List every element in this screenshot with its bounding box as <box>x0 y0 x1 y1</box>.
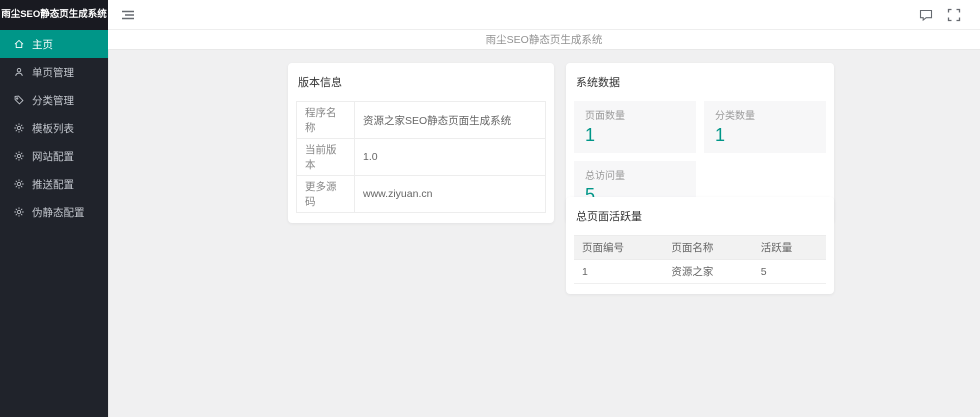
page-activity-card: 总页面活跃量 页面编号页面名称活跃量 1资源之家5 <box>566 197 834 294</box>
topbar-actions <box>918 7 962 23</box>
version-row: 当前版本1.0 <box>297 139 546 176</box>
version-row: 更多源码www.ziyuan.cn <box>297 176 546 213</box>
stat-value: 1 <box>715 125 815 146</box>
sidebar-item-label: 主页 <box>32 37 53 52</box>
tab-bar: 雨尘SEO静态页生成系统 <box>108 30 980 50</box>
sidebar: 雨尘SEO静态页生成系统 主页 单页管理 分类管理 模板列表 网站配置 推送配置… <box>0 0 108 417</box>
user-icon <box>13 66 25 78</box>
sidebar-item-label: 伪静态配置 <box>32 205 85 220</box>
tag-icon <box>13 94 25 106</box>
version-row: 程序名称资源之家SEO静态页面生成系统 <box>297 102 546 139</box>
sidebar-item-category[interactable]: 分类管理 <box>0 86 108 114</box>
activity-cell: 1 <box>574 260 663 284</box>
version-table: 程序名称资源之家SEO静态页面生成系统当前版本1.0更多源码www.ziyuan… <box>296 101 546 213</box>
stat-box: 分类数量 1 <box>704 101 826 153</box>
main-area: 雨尘SEO静态页生成系统 版本信息 程序名称资源之家SEO静态页面生成系统当前版… <box>108 0 980 417</box>
sidebar-item-rewrite-config[interactable]: 伪静态配置 <box>0 198 108 226</box>
sidebar-item-label: 单页管理 <box>32 65 74 80</box>
activity-card-title: 总页面活跃量 <box>574 206 826 224</box>
version-row-value: 1.0 <box>355 139 546 176</box>
sidebar-item-site-config[interactable]: 网站配置 <box>0 142 108 170</box>
version-row-value: www.ziyuan.cn <box>355 176 546 213</box>
home-icon <box>13 38 25 50</box>
sidebar-item-label: 推送配置 <box>32 177 74 192</box>
stat-label: 页面数量 <box>585 107 685 122</box>
sidebar-item-label: 网站配置 <box>32 149 74 164</box>
version-card-title: 版本信息 <box>296 72 546 90</box>
sidebar-app-title: 雨尘SEO静态页生成系统 <box>0 0 108 30</box>
activity-table: 页面编号页面名称活跃量 1资源之家5 <box>574 235 826 284</box>
sidebar-item-label: 分类管理 <box>32 93 74 108</box>
version-info-card: 版本信息 程序名称资源之家SEO静态页面生成系统当前版本1.0更多源码www.z… <box>288 63 554 223</box>
stats-card-title: 系统数据 <box>574 72 826 90</box>
gear-icon <box>13 150 25 162</box>
stat-label: 总访问量 <box>585 167 685 182</box>
version-row-value: 资源之家SEO静态页面生成系统 <box>355 102 546 139</box>
version-row-label: 当前版本 <box>297 139 355 176</box>
tab-home-title[interactable]: 雨尘SEO静态页生成系统 <box>486 32 603 47</box>
content-area: 版本信息 程序名称资源之家SEO静态页面生成系统当前版本1.0更多源码www.z… <box>108 50 980 417</box>
stat-label: 分类数量 <box>715 107 815 122</box>
stat-value: 1 <box>585 125 685 146</box>
activity-column-header: 页面编号 <box>574 236 663 260</box>
sidebar-menu: 主页 单页管理 分类管理 模板列表 网站配置 推送配置 伪静态配置 <box>0 30 108 226</box>
activity-cell: 资源之家 <box>663 260 752 284</box>
activity-column-header: 活跃量 <box>753 236 826 260</box>
app-window: 雨尘SEO静态页生成系统 主页 单页管理 分类管理 模板列表 网站配置 推送配置… <box>0 0 980 417</box>
version-row-label: 程序名称 <box>297 102 355 139</box>
sidebar-item-home[interactable]: 主页 <box>0 30 108 58</box>
fullscreen-icon[interactable] <box>946 7 962 23</box>
activity-column-header: 页面名称 <box>663 236 752 260</box>
activity-cell: 5 <box>753 260 826 284</box>
activity-row: 1资源之家5 <box>574 260 826 284</box>
gear-icon <box>13 178 25 190</box>
gear-icon <box>13 206 25 218</box>
sidebar-item-template-list[interactable]: 模板列表 <box>0 114 108 142</box>
menu-toggle-icon[interactable] <box>120 7 136 23</box>
topbar <box>108 0 980 30</box>
gear-icon <box>13 122 25 134</box>
sidebar-item-label: 模板列表 <box>32 121 74 136</box>
sidebar-item-push-config[interactable]: 推送配置 <box>0 170 108 198</box>
version-row-label: 更多源码 <box>297 176 355 213</box>
sidebar-item-single-page[interactable]: 单页管理 <box>0 58 108 86</box>
stat-box: 页面数量 1 <box>574 101 696 153</box>
message-icon[interactable] <box>918 7 934 23</box>
